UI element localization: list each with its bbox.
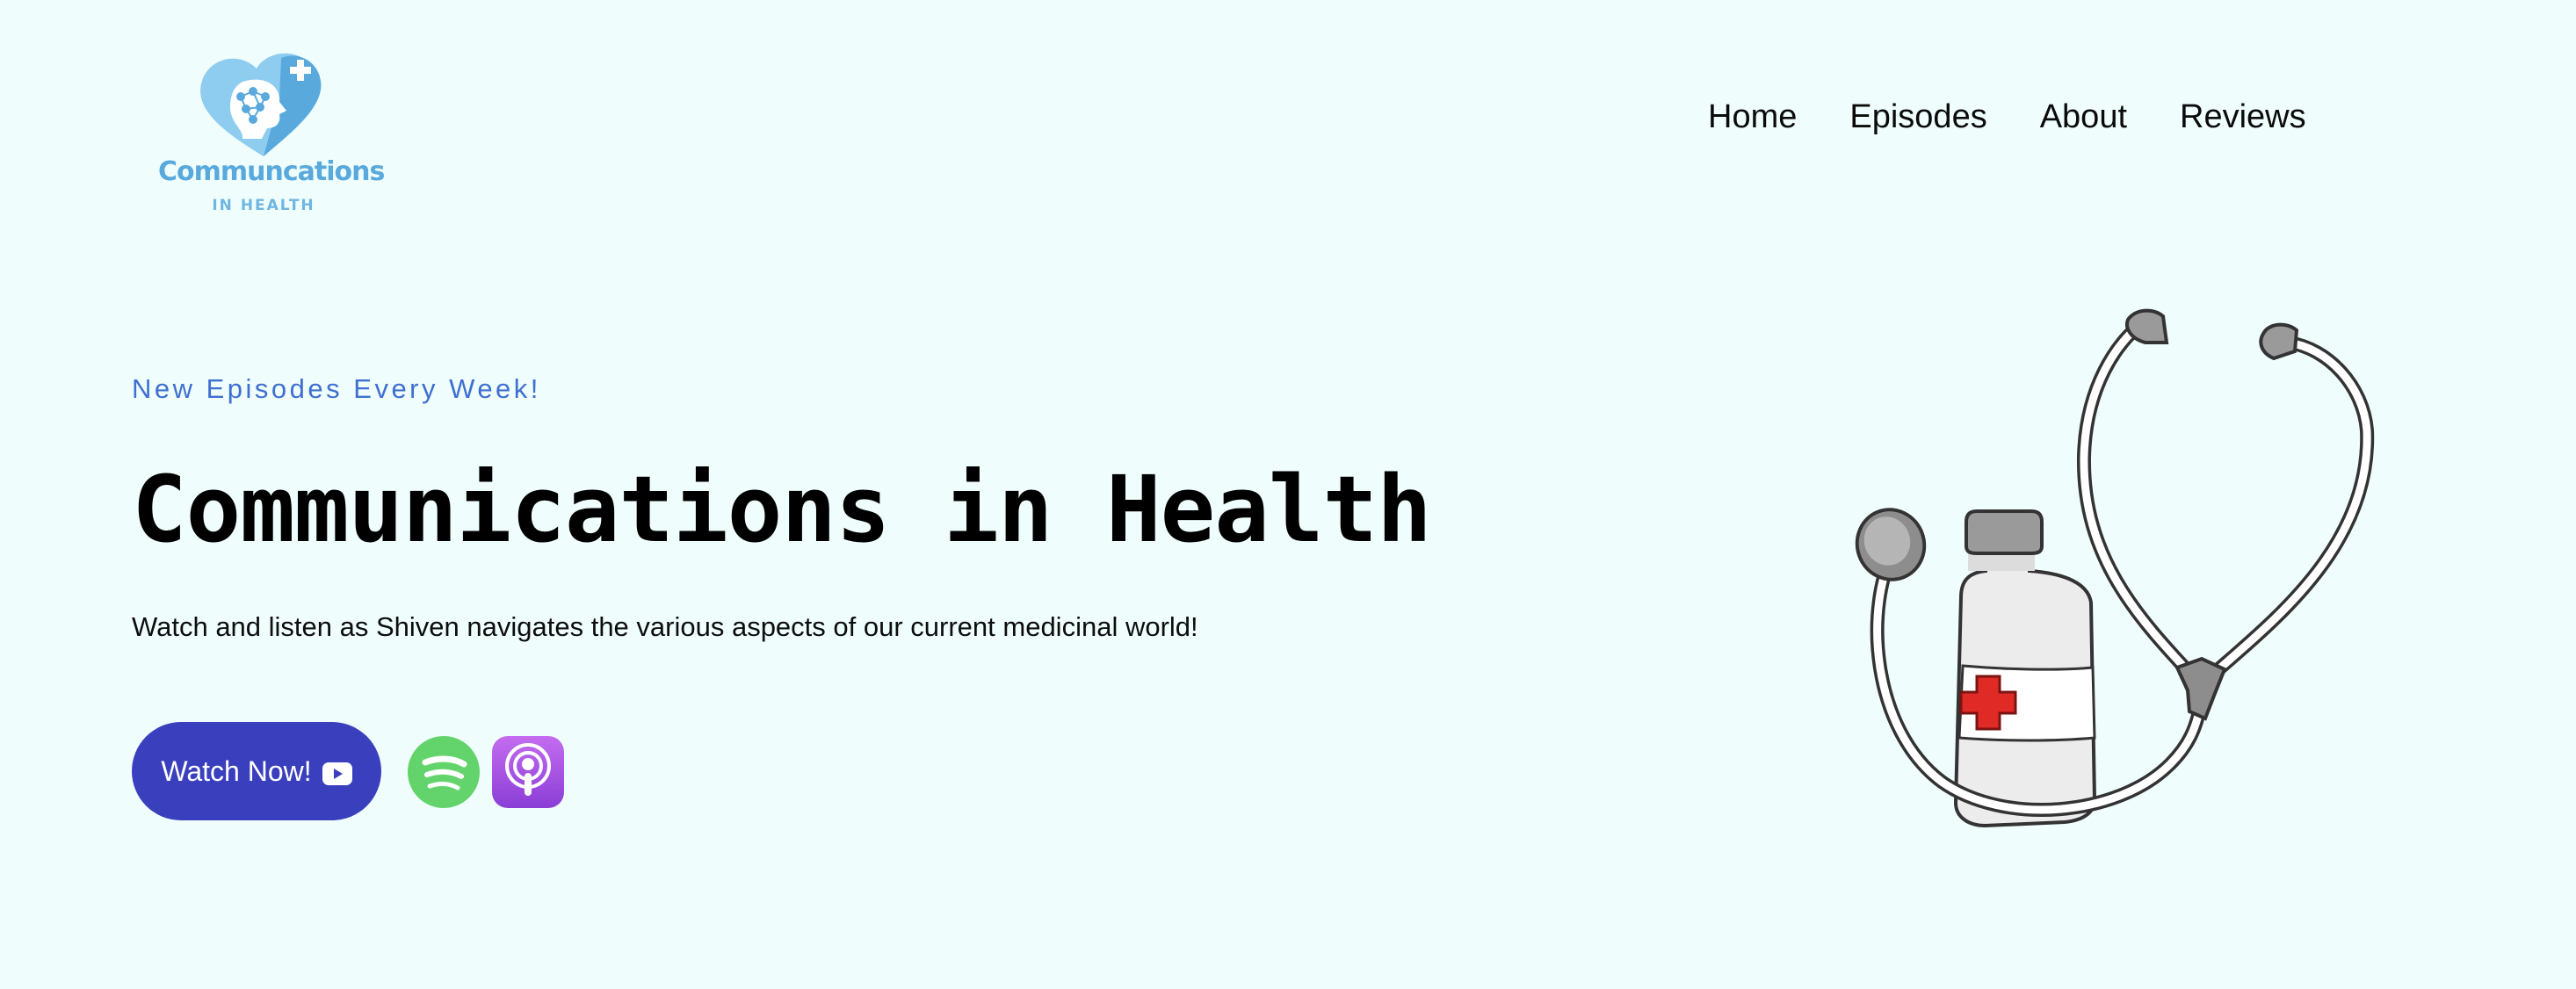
nav-reviews[interactable]: Reviews <box>2180 98 2306 136</box>
site-logo[interactable]: Communcations IN HEALTH <box>158 46 385 221</box>
heart-brain-icon <box>200 53 322 156</box>
hero-description: Watch and listen as Shiven navigates the… <box>132 611 1198 642</box>
nav-episodes[interactable]: Episodes <box>1849 98 1986 136</box>
spotify-icon[interactable] <box>408 736 480 808</box>
apple-podcasts-icon[interactable] <box>492 736 564 808</box>
logo-subtitle: IN HEALTH <box>212 197 315 214</box>
nav-home[interactable]: Home <box>1708 98 1797 136</box>
youtube-icon <box>322 760 352 785</box>
watch-now-button[interactable]: Watch Now! <box>132 722 381 820</box>
logo-title: Communcations <box>158 156 385 187</box>
watch-now-label: Watch Now! <box>161 754 312 787</box>
hero-title: Communications in Health <box>132 456 1432 563</box>
stethoscope-bottle-illustration <box>1845 290 2390 843</box>
nav-about[interactable]: About <box>2040 98 2127 136</box>
main-nav: Home Episodes About Reviews <box>1708 98 2306 136</box>
hero-tagline: New Episodes Every Week! <box>132 373 541 404</box>
